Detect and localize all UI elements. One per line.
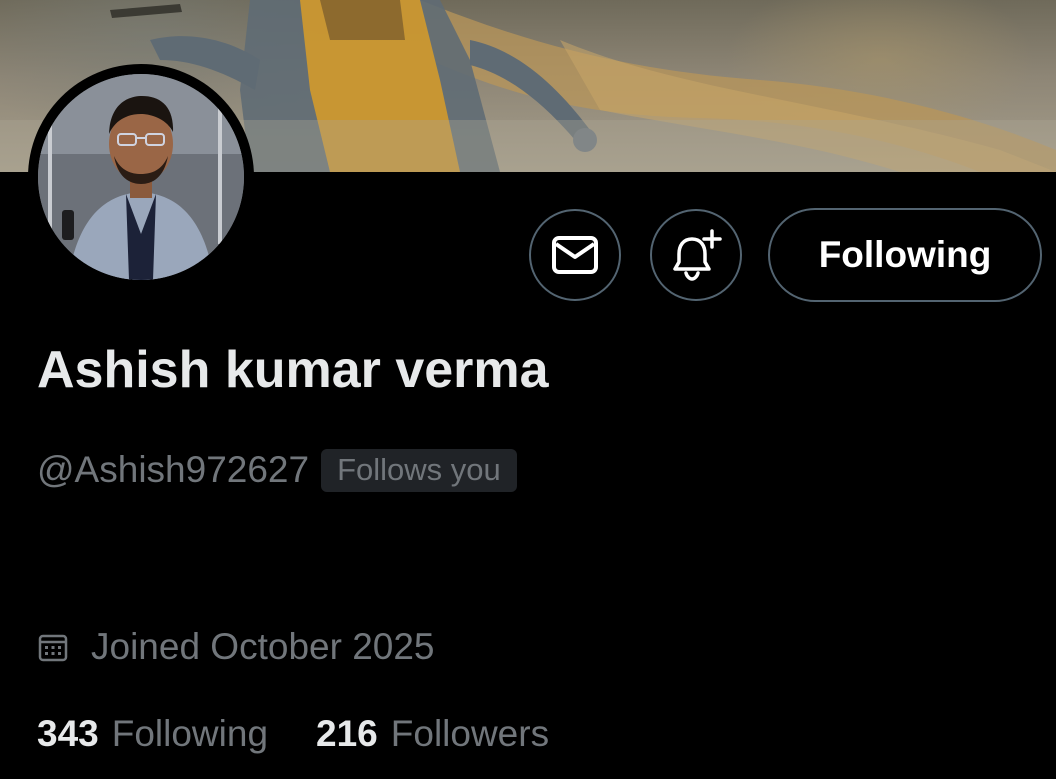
bell-plus-icon [673,229,722,281]
followers-label: Followers [390,713,550,754]
followers-stat-link[interactable]: 216 Followers [316,713,549,755]
joined-date-row: Joined October 2025 [37,622,435,672]
follow-stats: 343 Following 216 Followers [37,710,549,758]
joined-date: Joined October 2025 [91,626,435,667]
handle-row: @Ashish972627 Follows you [37,446,517,494]
avatar-photo [38,74,244,280]
follows-you-badge: Follows you [321,448,517,492]
calendar-icon [38,634,68,662]
user-handle: @Ashish972627 [37,449,310,490]
following-button[interactable]: Following [768,208,1042,302]
followers-count: 216 [316,713,378,754]
message-button[interactable] [529,209,621,301]
notifications-button[interactable] [650,209,742,301]
display-name: Ashish kumar verma [37,341,549,399]
envelope-icon [552,236,598,274]
following-stat-link[interactable]: 343 Following [37,713,268,755]
following-count: 343 [37,713,99,754]
following-label: Following [111,713,269,754]
avatar[interactable] [38,74,244,280]
